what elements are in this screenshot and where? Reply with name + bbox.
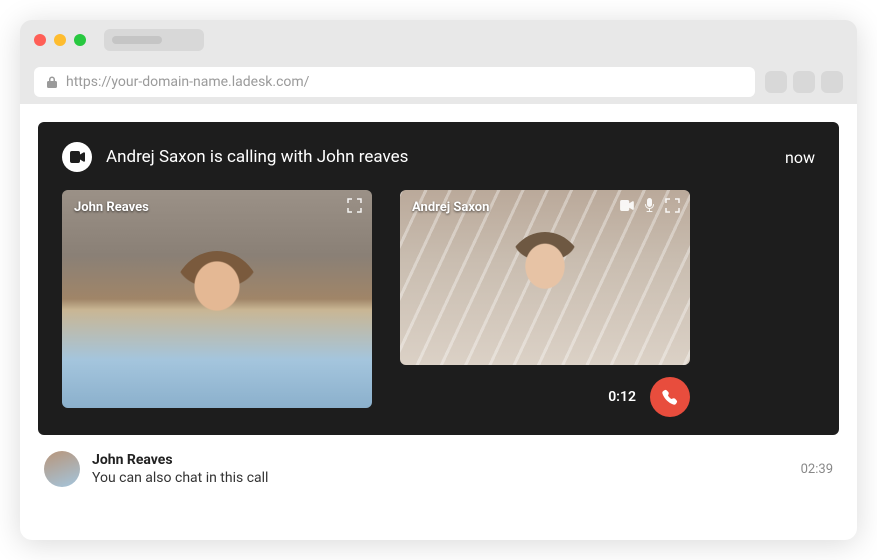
close-window-button[interactable]: [34, 34, 46, 46]
video-col-self: Andrej Saxon 0:12: [400, 190, 690, 417]
call-title: Andrej Saxon is calling with John reaves: [106, 147, 408, 167]
fullscreen-icon[interactable]: [347, 198, 362, 213]
maximize-window-button[interactable]: [74, 34, 86, 46]
address-bar[interactable]: https://your-domain-name.ladesk.com/: [34, 67, 755, 97]
call-duration: 0:12: [608, 389, 636, 405]
call-title-wrap: Andrej Saxon is calling with John reaves: [62, 142, 408, 172]
lock-icon: [46, 75, 58, 89]
video-tile-self[interactable]: Andrej Saxon: [400, 190, 690, 365]
participant-label: Andrej Saxon: [412, 200, 489, 215]
browser-window: https://your-domain-name.ladesk.com/ And…: [20, 20, 857, 540]
hangup-button[interactable]: [650, 377, 690, 417]
page-content: Andrej Saxon is calling with John reaves…: [20, 104, 857, 540]
video-tile-remote[interactable]: John Reaves: [62, 190, 372, 408]
call-footer: 0:12: [400, 377, 690, 417]
extension-button[interactable]: [793, 71, 815, 93]
chat-sender-name: John Reaves: [92, 452, 789, 468]
video-feed-andrej: [400, 190, 690, 365]
video-call-panel: Andrej Saxon is calling with John reaves…: [38, 122, 839, 435]
chat-timestamp: 02:39: [801, 462, 833, 477]
extension-button[interactable]: [765, 71, 787, 93]
call-header: Andrej Saxon is calling with John reaves…: [62, 142, 815, 172]
phone-hangup-icon: [660, 387, 680, 407]
tile-controls-self: [619, 198, 680, 213]
participant-label: John Reaves: [74, 200, 149, 215]
browser-tab[interactable]: [104, 29, 204, 51]
browser-tab-row: [20, 20, 857, 60]
window-controls: [34, 34, 86, 46]
chat-message-row: John Reaves You can also chat in this ca…: [20, 435, 857, 503]
fullscreen-icon[interactable]: [665, 198, 680, 213]
video-call-badge: [62, 142, 92, 172]
tab-label-placeholder: [112, 36, 162, 44]
video-row: John Reaves Andrej Saxon: [62, 190, 815, 417]
chat-body: John Reaves You can also chat in this ca…: [92, 452, 789, 486]
video-icon: [69, 151, 85, 163]
mic-icon[interactable]: [644, 198, 655, 213]
extension-button[interactable]: [821, 71, 843, 93]
tile-controls-remote: [347, 198, 362, 213]
video-feed-john: [62, 190, 372, 408]
address-text: https://your-domain-name.ladesk.com/: [66, 74, 309, 90]
call-status: now: [785, 148, 815, 167]
chat-message-text: You can also chat in this call: [92, 470, 789, 486]
avatar: [44, 451, 80, 487]
browser-address-row: https://your-domain-name.ladesk.com/: [20, 60, 857, 104]
minimize-window-button[interactable]: [54, 34, 66, 46]
toolbar-extension-group: [765, 71, 843, 93]
video-icon[interactable]: [619, 200, 634, 211]
